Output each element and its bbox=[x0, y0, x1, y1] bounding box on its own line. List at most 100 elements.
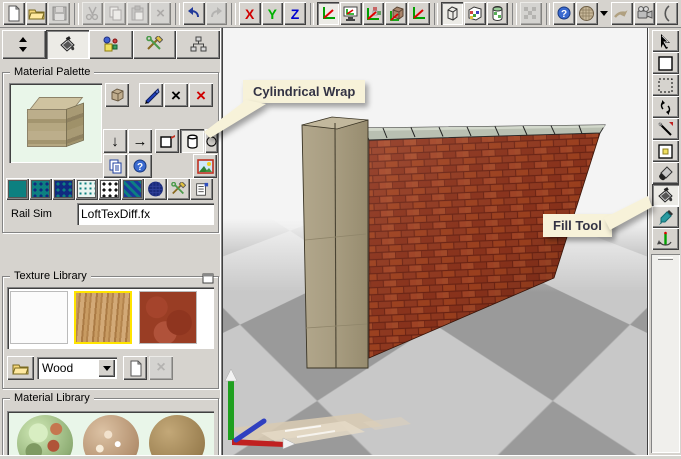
save-button[interactable] bbox=[48, 2, 70, 25]
toolbar-separator bbox=[546, 3, 551, 25]
tab-expand-collapse[interactable] bbox=[2, 30, 46, 59]
panel-tab-bar bbox=[2, 30, 220, 59]
open-texture-folder-button[interactable] bbox=[7, 356, 34, 380]
image-icon bbox=[197, 158, 214, 175]
checker-axis-view-button[interactable] bbox=[363, 2, 385, 25]
rectangle-tool-button[interactable] bbox=[652, 52, 679, 74]
textured-button[interactable] bbox=[464, 2, 486, 25]
axis-view-button[interactable] bbox=[317, 2, 339, 25]
copy-button[interactable] bbox=[104, 2, 126, 25]
bend-arrow-button[interactable] bbox=[611, 2, 633, 25]
planar-wrap-button[interactable] bbox=[155, 129, 179, 153]
open-button[interactable] bbox=[26, 2, 48, 25]
checker-pattern-button[interactable] bbox=[520, 2, 542, 25]
apply-right-button[interactable]: → bbox=[128, 129, 152, 153]
textured-cylinder-button[interactable] bbox=[487, 2, 509, 25]
cycle-tool-button[interactable] bbox=[652, 96, 679, 118]
axis-x-button[interactable]: X bbox=[239, 2, 261, 25]
cube-axis-view-button[interactable] bbox=[385, 2, 407, 25]
monitor-view-button[interactable] bbox=[340, 2, 362, 25]
brick-wall[interactable] bbox=[369, 133, 600, 358]
popout-window-icon[interactable] bbox=[202, 273, 214, 284]
texture-category-value: Wood bbox=[42, 361, 73, 375]
tab-scene-objects[interactable] bbox=[89, 30, 133, 59]
tab-paint-material[interactable] bbox=[46, 30, 90, 59]
tab-build-tools[interactable] bbox=[133, 30, 177, 59]
material-palette-title: Material Palette bbox=[10, 66, 94, 78]
application-window: × X Y Z bbox=[0, 0, 681, 459]
apply-down-button[interactable]: ↓ bbox=[103, 129, 127, 153]
green-axis bbox=[228, 380, 234, 440]
select-tool-button[interactable] bbox=[652, 30, 679, 52]
material-sphere-dropdown[interactable] bbox=[599, 2, 610, 25]
delete-button[interactable]: × bbox=[150, 2, 172, 25]
square-icon bbox=[657, 55, 674, 72]
right-side-panel bbox=[651, 254, 680, 453]
wireframe-button[interactable] bbox=[441, 2, 463, 25]
properties-icon bbox=[194, 182, 209, 197]
swatch-navy-sphere[interactable] bbox=[144, 178, 167, 200]
camera-button[interactable] bbox=[634, 2, 656, 25]
rotate-tool-button[interactable] bbox=[652, 228, 679, 250]
fill-tool-button[interactable] bbox=[652, 184, 679, 206]
help-button[interactable] bbox=[553, 2, 575, 25]
channel-tools-button[interactable] bbox=[167, 178, 190, 200]
swatch-dots-black-white[interactable] bbox=[98, 178, 121, 200]
marquee-tool-button[interactable] bbox=[652, 74, 679, 96]
material-cube-button[interactable] bbox=[105, 83, 129, 107]
new-button[interactable] bbox=[3, 2, 25, 25]
axis-z-button[interactable]: Z bbox=[284, 2, 306, 25]
delete-x-icon: × bbox=[156, 6, 165, 21]
material-mottled-green[interactable] bbox=[17, 415, 73, 457]
toolbar-separator bbox=[74, 3, 79, 25]
cut-button[interactable] bbox=[82, 2, 104, 25]
swatch-weave-blue[interactable] bbox=[121, 178, 144, 200]
material-list bbox=[7, 411, 214, 457]
axis-y-button[interactable]: Y bbox=[262, 2, 284, 25]
material-sphere-button[interactable] bbox=[576, 2, 598, 25]
paint-brush-icon bbox=[657, 165, 674, 182]
clipped-edge-button[interactable] bbox=[656, 2, 678, 25]
axis-view-icon bbox=[320, 5, 337, 22]
material-help-button[interactable] bbox=[128, 154, 152, 178]
brush-tool-button[interactable] bbox=[652, 162, 679, 184]
concrete-pillar[interactable] bbox=[302, 117, 368, 368]
swatch-dots-teal-navy[interactable] bbox=[52, 178, 75, 200]
copy-material-button[interactable] bbox=[103, 154, 127, 178]
redo-arrow-icon bbox=[208, 5, 225, 22]
texture-category-combobox[interactable]: Wood bbox=[37, 357, 117, 379]
shader-file-input[interactable] bbox=[77, 203, 214, 225]
material-brown[interactable] bbox=[149, 415, 205, 457]
top-toolbar: × X Y Z bbox=[0, 0, 681, 28]
texture-blank[interactable] bbox=[10, 291, 68, 344]
undo-button[interactable] bbox=[183, 2, 205, 25]
swatch-solid-teal[interactable] bbox=[6, 178, 29, 200]
swatch-dots-light-teal[interactable] bbox=[75, 178, 98, 200]
eyedropper-tool-button[interactable] bbox=[652, 206, 679, 228]
axis-box-view-button[interactable] bbox=[408, 2, 430, 25]
channel-properties-button[interactable] bbox=[190, 178, 213, 200]
fill-tool-callout-text: Fill Tool bbox=[553, 218, 602, 233]
paste-button[interactable] bbox=[127, 2, 149, 25]
redo-button[interactable] bbox=[206, 2, 228, 25]
combobox-dropdown-button[interactable] bbox=[98, 359, 115, 377]
image-texture-button[interactable] bbox=[193, 154, 217, 178]
wood-cube-preview bbox=[27, 97, 85, 149]
new-texture-button[interactable] bbox=[123, 356, 147, 380]
delete-texture-button[interactable]: × bbox=[149, 356, 173, 380]
copy-pages-icon bbox=[107, 5, 124, 22]
clear-button[interactable]: × bbox=[164, 83, 188, 107]
fill-tool-callout-tail bbox=[598, 192, 656, 238]
cut-scissors-icon bbox=[84, 5, 101, 22]
texture-wood-selected[interactable] bbox=[74, 291, 132, 344]
magic-wand-tool-button[interactable] bbox=[652, 118, 679, 140]
texture-red-clay[interactable] bbox=[139, 291, 197, 344]
material-streaked-tan[interactable] bbox=[83, 415, 139, 457]
help-icon bbox=[132, 158, 149, 175]
splitter-grip[interactable] bbox=[658, 257, 673, 260]
tab-hierarchy[interactable] bbox=[176, 30, 220, 59]
ink-pen-button[interactable] bbox=[139, 83, 163, 107]
magic-wand-icon bbox=[657, 121, 674, 138]
region-tool-button[interactable] bbox=[652, 140, 679, 162]
swatch-dots-navy-teal[interactable] bbox=[29, 178, 52, 200]
